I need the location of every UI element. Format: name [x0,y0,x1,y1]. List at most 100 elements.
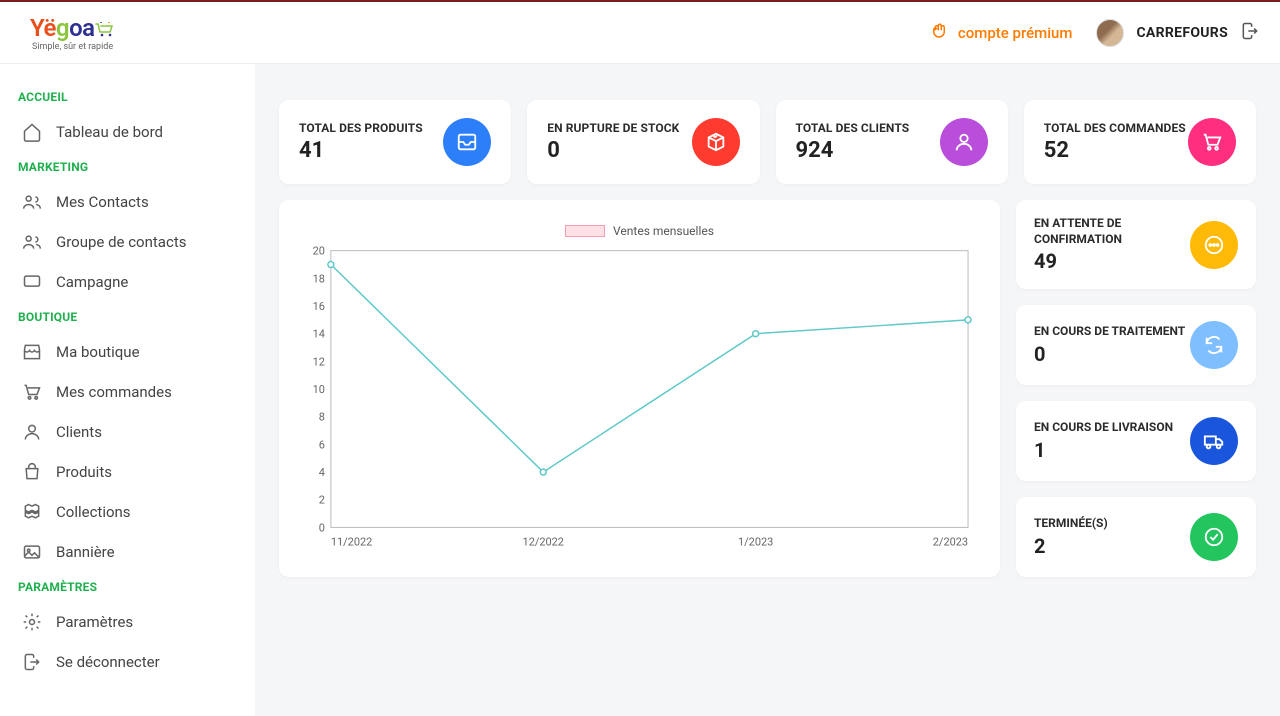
premium-label: compte prémium [958,24,1073,42]
sidebar-item-clients[interactable]: Clients [0,412,255,452]
sidebar-item-label: Paramètres [56,613,133,631]
check-icon [1190,513,1238,561]
bag-icon [22,462,42,482]
svg-text:11/2022: 11/2022 [331,535,372,548]
legend-swatch [565,225,605,237]
refresh-icon [1190,321,1238,369]
stat-label: EN RUPTURE DE STOCK [547,121,679,137]
status-value: 49 [1034,249,1190,273]
inbox-icon [443,118,491,166]
stat-label: TOTAL DES CLIENTS [796,121,910,137]
stat-card-orders[interactable]: TOTAL DES COMMANDES 52 [1024,100,1256,184]
box-x-icon [692,118,740,166]
sidebar-section-parametres: PARAMÈTRES [0,572,255,602]
status-value: 1 [1034,438,1173,462]
sidebar-item-banner[interactable]: Bannière [0,532,255,572]
users-icon [22,192,42,212]
stat-label: TOTAL DES COMMANDES [1044,121,1186,137]
sidebar-item-campaign[interactable]: Campagne [0,262,255,302]
sales-chart-card: Ventes mensuelles 0 2 4 6 8 10 12 14 16 18 20 11/20… [279,200,1000,577]
sidebar-item-shop[interactable]: Ma boutique [0,332,255,372]
svg-text:6: 6 [319,438,325,451]
sidebar-section-accueil: ACCUEIL [0,82,255,112]
stat-card-products[interactable]: TOTAL DES PRODUITS 41 [279,100,511,184]
stat-value: 52 [1044,138,1186,163]
sidebar-item-label: Campagne [56,273,128,291]
svg-text:2/2023: 2/2023 [933,535,968,548]
gear-icon [22,612,42,632]
sidebar: ACCUEIL Tableau de bord MARKETING Mes Co… [0,64,255,716]
sidebar-item-label: Clients [56,423,102,441]
svg-text:16: 16 [313,300,325,313]
svg-text:12: 12 [313,355,325,368]
sidebar-item-settings[interactable]: Paramètres [0,602,255,642]
store-icon [22,342,42,362]
boxes-icon [22,502,42,522]
sales-chart: 0 2 4 6 8 10 12 14 16 18 20 11/2022 12/2022 1/2023 2/2… [301,244,978,554]
logo-tagline: Simple, sûr et rapide [32,42,117,52]
sidebar-item-label: Produits [56,463,112,481]
sidebar-item-contact-groups[interactable]: Groupe de contacts [0,222,255,262]
legend-label: Ventes mensuelles [613,224,714,238]
user-name: CARREFOURS [1136,25,1228,41]
status-label: TERMINÉE(S) [1034,516,1108,532]
svg-text:0: 0 [319,521,325,534]
sidebar-item-label: Tableau de bord [56,123,163,141]
svg-text:8: 8 [319,411,325,424]
stat-value: 0 [547,138,679,163]
sidebar-item-label: Collections [56,503,131,521]
status-card-completed[interactable]: TERMINÉE(S) 2 [1016,497,1256,577]
sidebar-section-boutique: BOUTIQUE [0,302,255,332]
truck-icon [1190,417,1238,465]
sidebar-item-label: Mes Contacts [56,193,149,211]
status-card-shipping[interactable]: EN COURS DE LIVRAISON 1 [1016,401,1256,481]
sidebar-item-contacts[interactable]: Mes Contacts [0,182,255,222]
status-card-processing[interactable]: EN COURS DE TRAITEMENT 0 [1016,305,1256,385]
person-icon [940,118,988,166]
chat-icon [22,272,42,292]
person-icon [22,422,42,442]
user-menu[interactable]: CARREFOURS [1096,19,1260,47]
sidebar-section-marketing: MARKETING [0,152,255,182]
home-icon [22,122,42,142]
svg-text:2: 2 [319,494,325,507]
svg-text:10: 10 [313,383,325,396]
logout-icon[interactable] [1240,21,1260,45]
status-label: EN COURS DE TRAITEMENT [1034,324,1185,340]
sidebar-item-dashboard[interactable]: Tableau de bord [0,112,255,152]
svg-text:1/2023: 1/2023 [738,535,773,548]
avatar [1096,19,1124,47]
sidebar-item-label: Mes commandes [56,383,172,401]
sidebar-item-label: Se déconnecter [56,653,160,671]
stat-value: 924 [796,138,910,163]
users-icon [22,232,42,252]
stat-card-outofstock[interactable]: EN RUPTURE DE STOCK 0 [527,100,759,184]
status-card-awaiting[interactable]: EN ATTENTE DE CONFIRMATION 49 [1016,200,1256,289]
svg-text:12/2022: 12/2022 [523,535,564,548]
stat-card-clients[interactable]: TOTAL DES CLIENTS 924 [776,100,1008,184]
status-label: EN ATTENTE DE CONFIRMATION [1034,216,1190,247]
chart-legend: Ventes mensuelles [301,224,978,238]
hand-icon [930,22,948,44]
svg-text:4: 4 [319,466,325,479]
sidebar-item-orders[interactable]: Mes commandes [0,372,255,412]
sidebar-item-products[interactable]: Produits [0,452,255,492]
premium-badge[interactable]: compte prémium [930,22,1073,44]
sidebar-item-collections[interactable]: Collections [0,492,255,532]
svg-text:14: 14 [313,328,325,341]
sidebar-item-label: Bannière [56,543,115,561]
cart-icon [22,382,42,402]
main-content: TOTAL DES PRODUITS 41 EN RUPTURE DE STOC… [255,64,1280,716]
header: Yëgoa Simple, sûr et rapide compte prémi… [0,2,1280,64]
svg-text:18: 18 [313,272,325,285]
svg-text:20: 20 [313,245,325,258]
sidebar-item-logout[interactable]: Se déconnecter [0,642,255,682]
status-label: EN COURS DE LIVRAISON [1034,420,1173,436]
stat-value: 41 [299,138,423,163]
dots-icon [1190,221,1238,269]
logo[interactable]: Yëgoa Simple, sûr et rapide [30,14,117,52]
cart-icon [1188,118,1236,166]
sidebar-item-label: Ma boutique [56,343,140,361]
status-value: 0 [1034,342,1185,366]
stat-label: TOTAL DES PRODUITS [299,121,423,137]
